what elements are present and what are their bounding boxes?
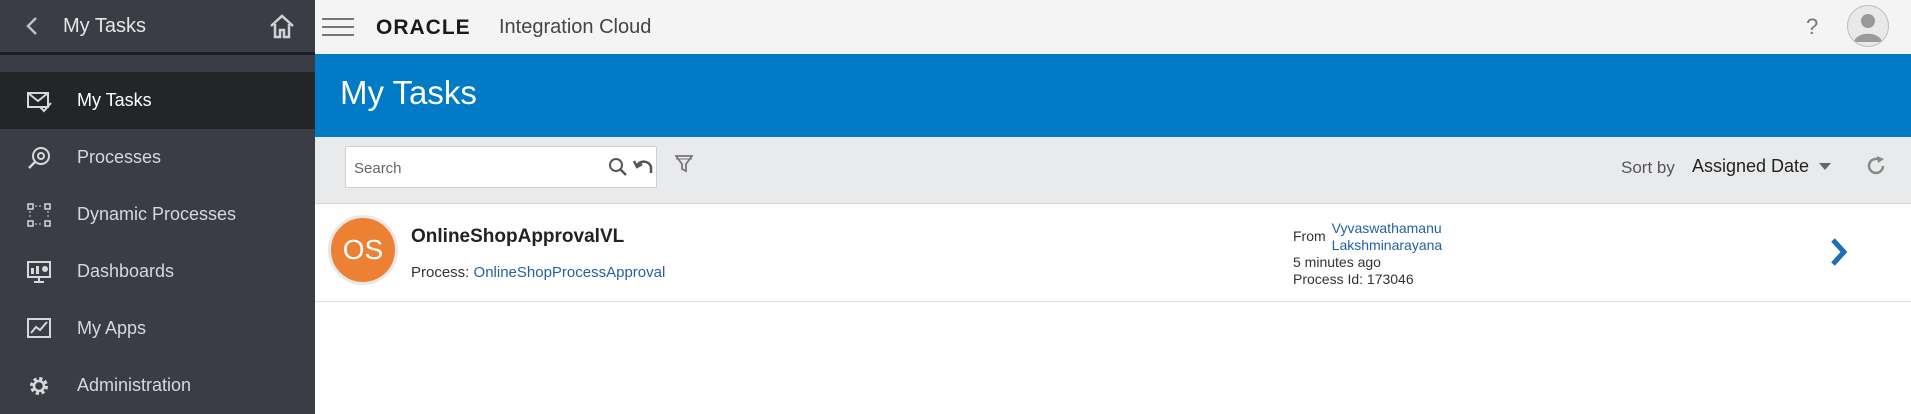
process-link[interactable]: OnlineShopProcessApproval xyxy=(474,264,666,281)
page-title: My Tasks xyxy=(340,74,477,111)
process-label: Process: xyxy=(411,264,470,281)
home-icon[interactable] xyxy=(268,12,296,40)
task-meta: From Vyvaswathamanu Lakshminarayana 5 mi… xyxy=(1293,220,1442,288)
user-avatar-button[interactable] xyxy=(1847,5,1889,47)
sidebar-title: My Tasks xyxy=(63,15,146,37)
top-bar: ORACLE Integration Cloud ? xyxy=(315,0,1911,55)
sort-by-label: Sort by xyxy=(1621,158,1675,177)
oracle-logo: ORACLE xyxy=(376,16,471,39)
task-initials-avatar: OS xyxy=(328,215,398,285)
from-label: From xyxy=(1293,228,1326,244)
sidebar: My Tasks My Tasks Processes Dynamic Proc… xyxy=(0,0,315,414)
sidebar-item-processes[interactable]: Processes xyxy=(0,129,315,186)
search-box xyxy=(345,146,657,188)
reset-icon[interactable] xyxy=(633,157,655,177)
sidebar-item-label: My Tasks xyxy=(77,90,152,110)
sidebar-item-label: Administration xyxy=(77,375,192,395)
caret-down-icon xyxy=(1819,163,1832,170)
chevron-left-icon[interactable] xyxy=(22,15,42,37)
search-input[interactable] xyxy=(352,156,596,180)
gear-icon xyxy=(25,372,53,400)
task-title[interactable]: OnlineShopApprovalVL xyxy=(411,226,624,248)
assignee-first-name: Vyvaswathamanu xyxy=(1331,220,1442,236)
sidebar-item-label: My Apps xyxy=(77,318,147,338)
task-process-line: Process: OnlineShopProcessApproval xyxy=(411,264,665,281)
assignee-last-name: Lakshminarayana xyxy=(1331,237,1443,253)
help-icon[interactable]: ? xyxy=(1806,14,1818,40)
sort-select[interactable]: Assigned Date xyxy=(1692,156,1832,177)
sidebar-item-dynamic-processes[interactable]: Dynamic Processes xyxy=(0,186,315,243)
search-icon[interactable] xyxy=(608,157,628,177)
chart-icon xyxy=(25,315,53,343)
task-toolbar: Sort by Assigned Date xyxy=(315,137,1911,204)
task-list-item[interactable]: OS OnlineShopApprovalVL Process: OnlineS… xyxy=(315,204,1911,302)
task-time-ago: 5 minutes ago xyxy=(1293,254,1381,270)
chevron-right-icon[interactable] xyxy=(1828,236,1850,268)
sidebar-item-label: Processes xyxy=(77,147,162,167)
hamburger-menu-icon[interactable] xyxy=(322,16,354,38)
sidebar-item-dashboards[interactable]: Dashboards xyxy=(0,243,315,300)
sidebar-header: My Tasks xyxy=(0,0,315,55)
sort-value: Assigned Date xyxy=(1692,156,1810,176)
dashboard-icon xyxy=(25,258,53,286)
processes-icon xyxy=(25,144,53,172)
refresh-icon[interactable] xyxy=(1864,154,1888,178)
page-banner: My Tasks xyxy=(315,54,1911,137)
sidebar-item-administration[interactable]: Administration xyxy=(0,357,315,414)
task-process-id: Process Id: 173046 xyxy=(1293,271,1414,287)
user-icon xyxy=(1854,14,1882,42)
sidebar-item-label: Dashboards xyxy=(77,261,175,281)
assignee-link[interactable]: Vyvaswathamanu Lakshminarayana xyxy=(1332,220,1443,254)
sidebar-item-my-apps[interactable]: My Apps xyxy=(0,300,315,357)
envelope-check-icon xyxy=(25,87,53,115)
sidebar-item-label: Dynamic Processes xyxy=(77,204,237,224)
sidebar-item-my-tasks[interactable]: My Tasks xyxy=(0,72,315,129)
sidebar-nav: My Tasks Processes Dynamic Processes Das… xyxy=(0,72,315,414)
product-name: Integration Cloud xyxy=(499,16,652,38)
filter-icon[interactable] xyxy=(675,154,693,174)
dynamic-processes-icon xyxy=(25,201,53,229)
from-row: From Vyvaswathamanu Lakshminarayana xyxy=(1293,220,1442,254)
